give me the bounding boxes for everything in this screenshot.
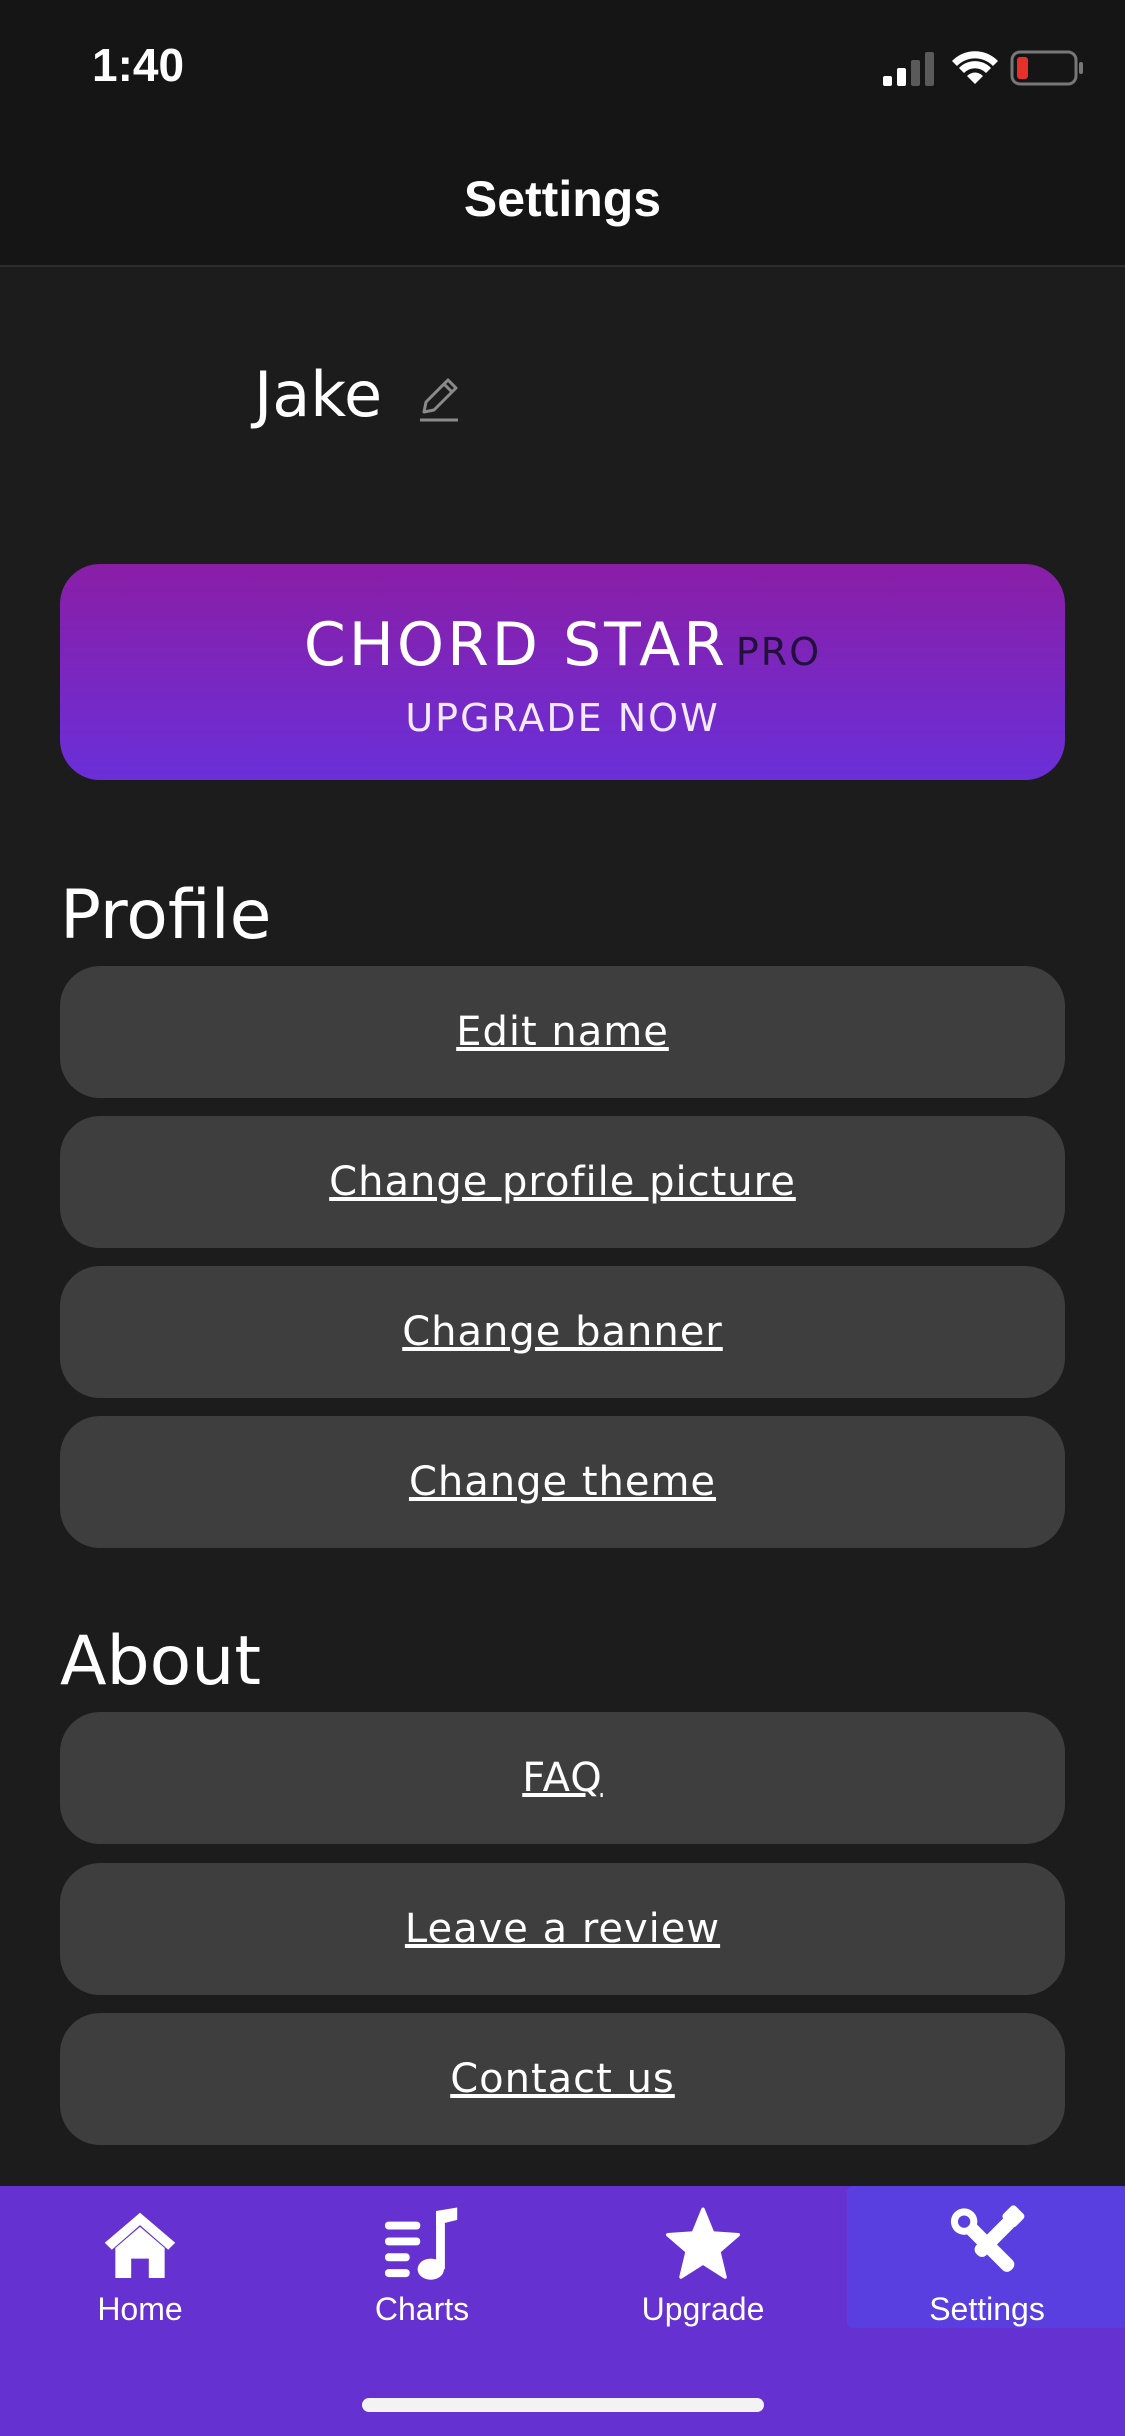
- pro-title: CHORD STAR PRO: [60, 610, 1065, 680]
- faq-button[interactable]: FAQ: [60, 1712, 1065, 1844]
- section-heading-about: About: [60, 1622, 262, 1701]
- status-icons: [883, 50, 1083, 86]
- section-heading-profile: Profile: [60, 876, 272, 955]
- status-bar: 1:40: [0, 0, 1125, 130]
- pro-badge: PRO: [735, 630, 822, 674]
- status-time: 1:40: [92, 39, 185, 91]
- profile-name: Jake: [254, 358, 383, 431]
- wifi-icon: [952, 51, 998, 84]
- music-list-icon: [385, 2207, 458, 2280]
- cellular-signal-icon: [883, 52, 934, 86]
- tab-upgrade[interactable]: Upgrade: [563, 2186, 843, 2328]
- change-profile-picture-button[interactable]: Change profile picture: [60, 1116, 1065, 1248]
- home-icon: [104, 2212, 176, 2278]
- edit-name-button[interactable]: Edit name: [60, 966, 1065, 1098]
- tab-settings-label: Settings: [929, 2291, 1045, 2327]
- battery-icon: [1010, 50, 1083, 86]
- contact-us-button[interactable]: Contact us: [60, 2013, 1065, 2145]
- tab-charts-label: Charts: [374, 2291, 470, 2327]
- tab-upgrade-label: Upgrade: [641, 2291, 765, 2327]
- star-icon: [666, 2207, 740, 2279]
- tab-home-label: Home: [97, 2291, 183, 2327]
- tab-settings[interactable]: Settings: [847, 2186, 1125, 2328]
- home-indicator: [362, 2398, 764, 2412]
- app-name: CHORD STAR: [303, 610, 728, 680]
- page-title: Settings: [463, 171, 662, 227]
- tab-bar: Home Charts Upgrade Settings: [0, 2186, 1125, 2436]
- tab-charts[interactable]: Charts: [282, 2186, 562, 2328]
- tab-home[interactable]: Home: [0, 2186, 280, 2328]
- leave-a-review-button[interactable]: Leave a review: [60, 1863, 1065, 1995]
- tools-icon: [950, 2205, 1025, 2272]
- change-banner-button[interactable]: Change banner: [60, 1266, 1065, 1398]
- upgrade-pro-banner[interactable]: CHORD STAR PRO UPGRADE NOW: [60, 564, 1065, 780]
- edit-pencil-icon[interactable]: [416, 372, 462, 424]
- navigation-bar: Settings: [0, 130, 1125, 267]
- change-theme-button[interactable]: Change theme: [60, 1416, 1065, 1548]
- upgrade-now-label: UPGRADE NOW: [405, 696, 720, 740]
